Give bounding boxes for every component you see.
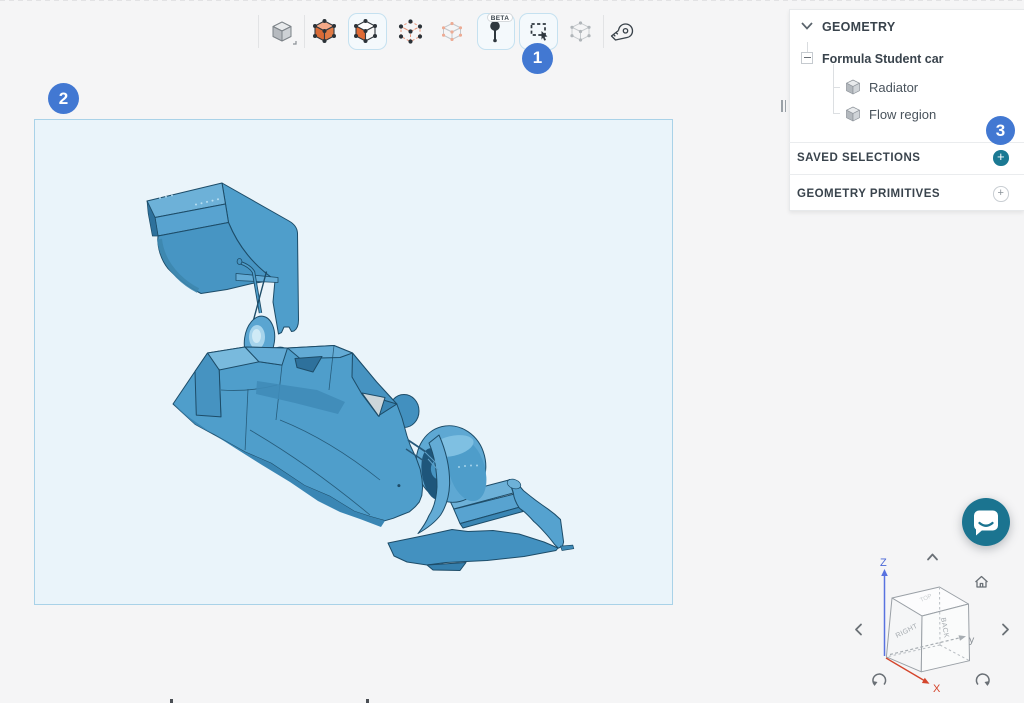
svg-text:y: y — [969, 634, 975, 646]
svg-text:Z: Z — [880, 557, 887, 569]
svg-text:X: X — [933, 683, 941, 695]
